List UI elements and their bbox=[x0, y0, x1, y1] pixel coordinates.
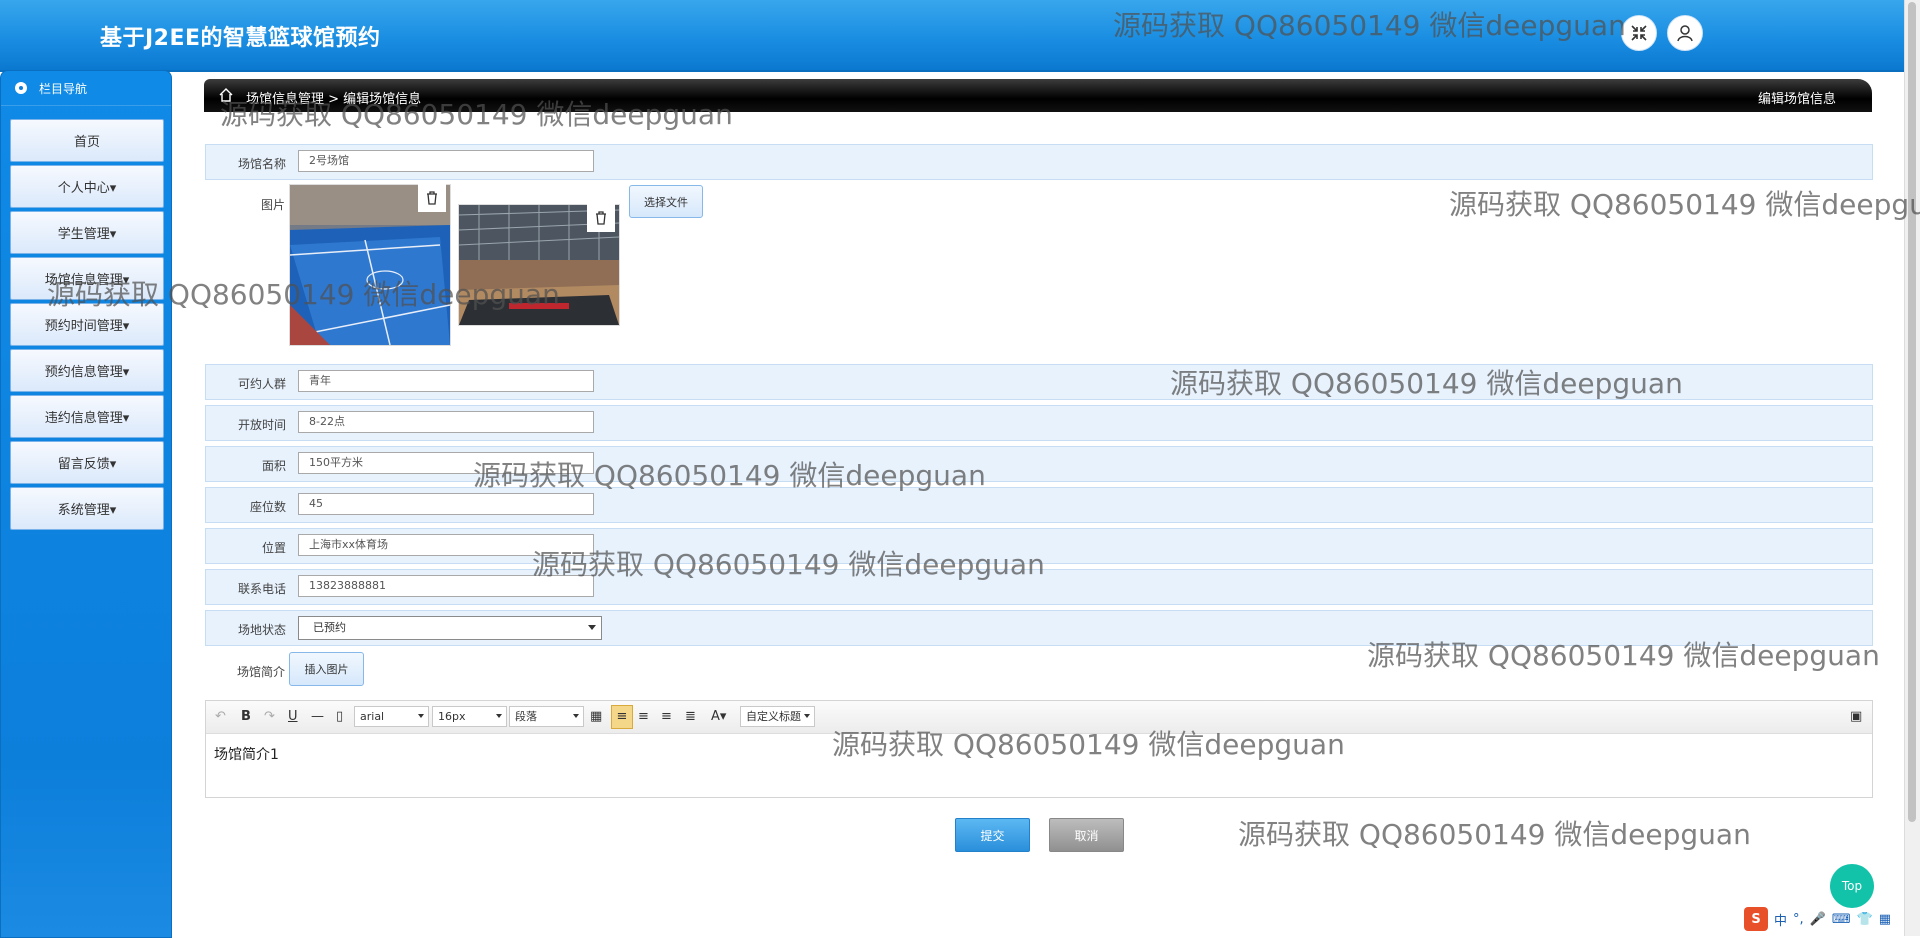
user-icon[interactable] bbox=[1667, 15, 1703, 51]
form-row-phone: 联系电话 13823888881 bbox=[205, 569, 1873, 605]
images-label: 图片 bbox=[260, 198, 285, 212]
fullscreen-exit-icon[interactable] bbox=[1621, 15, 1657, 51]
name-input[interactable]: 2号场馆 bbox=[298, 150, 594, 172]
form-row-name: 场馆名称 2号场馆 bbox=[205, 144, 1873, 180]
area-input[interactable]: 150平方米 bbox=[298, 452, 594, 474]
sidebar-item-venues[interactable]: 场馆信息管理▾ bbox=[10, 257, 164, 300]
cancel-button[interactable]: 取消 bbox=[1049, 818, 1124, 852]
bold-icon[interactable]: B bbox=[241, 709, 251, 724]
watermark: 源码获取 QQ86050149 微信deepguan bbox=[1238, 818, 1751, 851]
audience-input[interactable]: 青年 bbox=[298, 370, 594, 392]
sidebar-item-feedback[interactable]: 留言反馈▾ bbox=[10, 441, 164, 484]
open-time-label: 开放时间 bbox=[237, 418, 286, 432]
seats-input[interactable]: 45 bbox=[298, 493, 594, 515]
underline-icon[interactable]: U bbox=[288, 709, 298, 724]
open-time-input[interactable]: 8-22点 bbox=[298, 411, 594, 433]
font-color-icon[interactable]: A▾ bbox=[711, 709, 726, 724]
table-icon[interactable]: ▦ bbox=[590, 709, 602, 724]
apps-grid-icon[interactable]: ▦ bbox=[1879, 912, 1891, 927]
form-row-seats: 座位数 45 bbox=[205, 487, 1873, 523]
name-label: 场馆名称 bbox=[237, 157, 286, 171]
app-title: 基于J2EE的智慧篮球馆预约 bbox=[100, 26, 381, 51]
form-row-status: 场地状态 已预约 bbox=[205, 610, 1873, 646]
editor-toolbar: ↶ B ↷ U — ▯ arial 16px 段落 ▦ ≡ ≡ ≡ ≣ A▾ 自… bbox=[206, 701, 1872, 734]
fullscreen-editor-icon[interactable]: ▣ bbox=[1850, 709, 1862, 724]
app-header: 基于J2EE的智慧篮球馆预约 bbox=[0, 0, 1905, 72]
area-label: 面积 bbox=[261, 459, 286, 473]
delete-image-2-icon[interactable] bbox=[587, 204, 615, 232]
phone-input[interactable]: 13823888881 bbox=[298, 575, 594, 597]
keyboard-icon[interactable]: ⌨ bbox=[1832, 912, 1851, 927]
custom-title-select[interactable]: 自定义标题 bbox=[740, 706, 815, 727]
vertical-scrollbar[interactable] bbox=[1904, 0, 1920, 936]
font-size-select[interactable]: 16px bbox=[432, 706, 507, 727]
form-row-location: 位置 上海市xx体育场 bbox=[205, 528, 1873, 564]
page-title: 编辑场馆信息 bbox=[1757, 92, 1836, 107]
horizontal-rule-icon[interactable]: — bbox=[311, 709, 324, 724]
sidebar: 栏目导航 首页 个人中心▾ 学生管理▾ 场馆信息管理▾ 预约时间管理▾ 预约信息… bbox=[0, 70, 172, 938]
insert-image-button[interactable]: 插入图片 bbox=[289, 652, 364, 686]
choose-file-button[interactable]: 选择文件 bbox=[629, 185, 703, 218]
home-icon[interactable] bbox=[218, 87, 234, 103]
editor-content[interactable]: 场馆简介1 bbox=[206, 734, 1872, 774]
skin-icon[interactable]: 👕 bbox=[1857, 912, 1873, 927]
sidebar-item-students[interactable]: 学生管理▾ bbox=[10, 211, 164, 254]
redo-icon[interactable]: ↷ bbox=[264, 709, 275, 724]
sidebar-item-violations[interactable]: 违约信息管理▾ bbox=[10, 395, 164, 438]
watermark: 源码获取 QQ86050149 微信deepguan bbox=[1449, 188, 1920, 221]
form-row-audience: 可约人群 青年 bbox=[205, 364, 1873, 400]
form-row-area: 面积 150平方米 bbox=[205, 446, 1873, 482]
undo-icon[interactable]: ↶ bbox=[215, 709, 226, 724]
back-to-top-button[interactable]: Top bbox=[1830, 864, 1874, 908]
ime-punct[interactable]: °, bbox=[1793, 912, 1804, 927]
location-label: 位置 bbox=[261, 541, 286, 555]
sidebar-item-booking-info[interactable]: 预约信息管理▾ bbox=[10, 349, 164, 392]
rich-text-editor: ↶ B ↷ U — ▯ arial 16px 段落 ▦ ≡ ≡ ≡ ≣ A▾ 自… bbox=[205, 700, 1873, 798]
format-brush-icon[interactable]: ▯ bbox=[336, 709, 343, 724]
ime-toolbar: S 中 °, 🎤 ⌨ 👕 ▦ bbox=[1744, 906, 1891, 932]
seats-label: 座位数 bbox=[249, 500, 286, 514]
status-label: 场地状态 bbox=[237, 623, 286, 637]
font-family-select[interactable]: arial bbox=[354, 706, 429, 727]
audience-label: 可约人群 bbox=[237, 377, 286, 391]
sidebar-heading: 栏目导航 bbox=[1, 71, 171, 106]
align-left-icon[interactable]: ≡ bbox=[611, 705, 633, 729]
submit-button[interactable]: 提交 bbox=[955, 818, 1030, 852]
chevron-down-icon bbox=[588, 625, 596, 630]
location-input[interactable]: 上海市xx体育场 bbox=[298, 534, 594, 556]
ime-logo-icon: S bbox=[1744, 907, 1768, 931]
intro-label: 场馆简介 bbox=[236, 665, 285, 679]
align-right-icon[interactable]: ≡ bbox=[638, 709, 649, 724]
sidebar-item-system[interactable]: 系统管理▾ bbox=[10, 487, 164, 530]
ime-lang[interactable]: 中 bbox=[1774, 910, 1787, 929]
align-justify-icon[interactable]: ≣ bbox=[685, 709, 696, 724]
sidebar-item-home[interactable]: 首页 bbox=[10, 119, 164, 162]
sidebar-item-booking-time[interactable]: 预约时间管理▾ bbox=[10, 303, 164, 346]
align-center-icon[interactable]: ≡ bbox=[661, 709, 672, 724]
breadcrumb-bar: 场馆信息管理 > 编辑场馆信息 编辑场馆信息 bbox=[204, 79, 1872, 112]
delete-image-1-icon[interactable] bbox=[418, 184, 446, 212]
form-row-open-time: 开放时间 8-22点 bbox=[205, 405, 1873, 441]
microphone-icon[interactable]: 🎤 bbox=[1810, 912, 1826, 927]
paragraph-select[interactable]: 段落 bbox=[509, 706, 584, 727]
phone-label: 联系电话 bbox=[237, 582, 286, 596]
nav-dot-icon bbox=[15, 82, 27, 94]
sidebar-item-personal[interactable]: 个人中心▾ bbox=[10, 165, 164, 208]
breadcrumb: 场馆信息管理 > 编辑场馆信息 bbox=[246, 92, 422, 107]
status-select[interactable]: 已预约 bbox=[298, 616, 602, 640]
